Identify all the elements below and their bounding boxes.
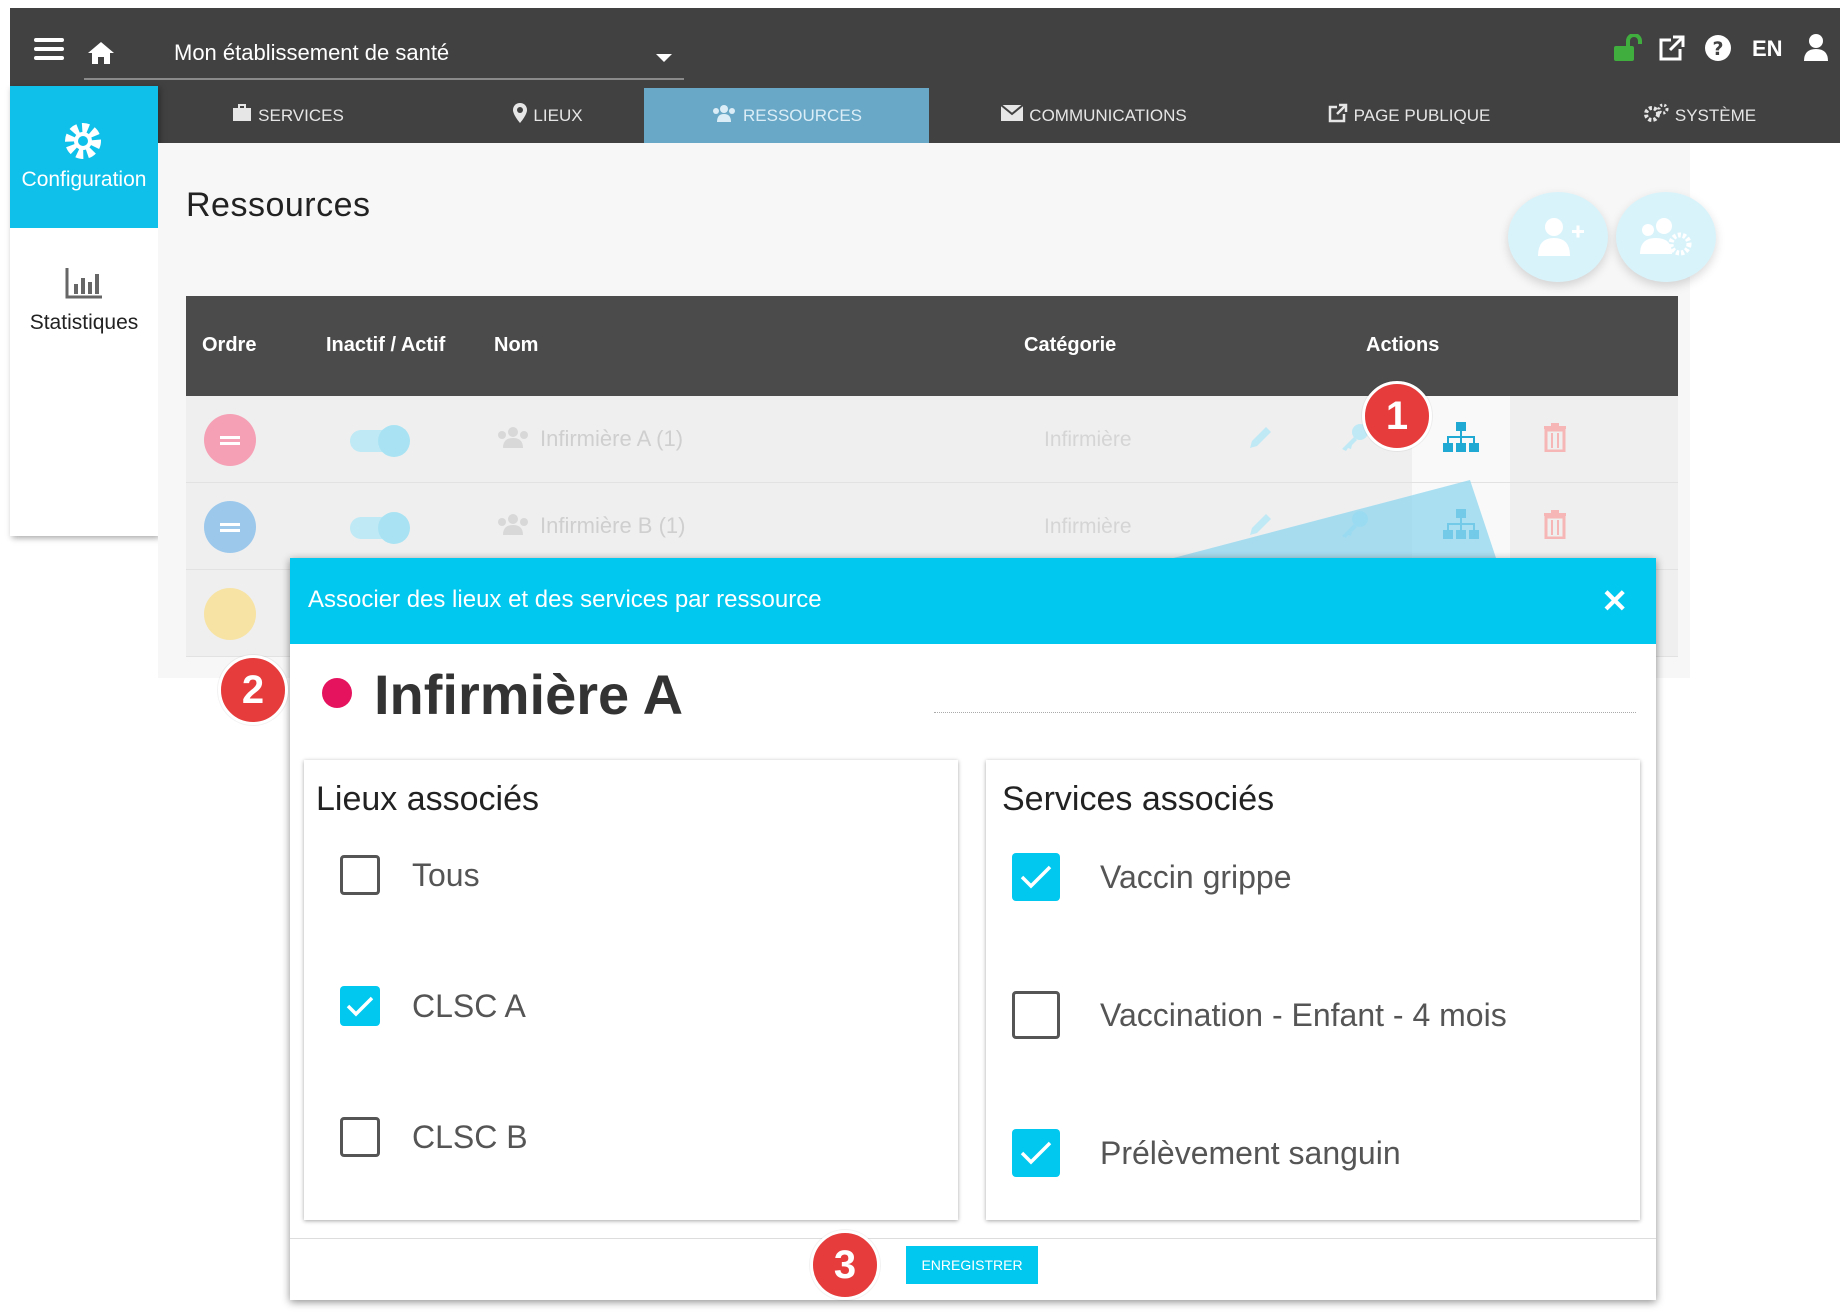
tab-label: RESSOURCES: [742, 105, 863, 125]
active-toggle[interactable]: [350, 425, 410, 457]
active-toggle[interactable]: [350, 512, 410, 544]
tab-ressources[interactable]: RESSOURCES: [644, 88, 929, 143]
bar-chart-icon: [64, 268, 104, 304]
checkbox[interactable]: [1012, 853, 1060, 901]
sidebar-item-configuration[interactable]: Configuration: [10, 86, 158, 228]
briefcase-icon: [232, 104, 252, 127]
checkbox-label: CLSC B: [412, 1118, 528, 1155]
column-header: Catégorie: [1024, 334, 1117, 356]
tab-lieux[interactable]: LIEUX: [418, 88, 678, 143]
checkbox-clsc-a[interactable]: CLSC A: [340, 981, 526, 1031]
add-resource-button[interactable]: [1508, 192, 1608, 282]
checkbox-clsc-b[interactable]: CLSC B: [340, 1112, 528, 1162]
sidebar-item-label: Statistiques: [29, 311, 139, 334]
help-icon[interactable]: ?: [1704, 34, 1732, 64]
gear-icon: [62, 120, 104, 167]
services-panel: Services associés Vaccin grippe Vaccinat…: [986, 760, 1640, 1220]
column-header: Ordre: [202, 334, 257, 356]
column-header: Nom: [494, 334, 539, 356]
user-icon[interactable]: [1802, 32, 1830, 62]
callout-marker: 3: [810, 1230, 880, 1300]
users-icon: [496, 513, 530, 540]
tab-communications[interactable]: COMMUNICATIONS: [929, 88, 1259, 143]
checkbox[interactable]: [340, 986, 380, 1026]
checkbox-vaccin-grippe[interactable]: Vaccin grippe: [1012, 852, 1292, 902]
dialog-title: Associer des lieux et des services par r…: [308, 586, 822, 613]
establishment-label: Mon établissement de santé: [174, 40, 450, 65]
tab-page-publique[interactable]: PAGE PUBLIQUE: [1259, 88, 1559, 143]
close-icon[interactable]: ✕: [1601, 582, 1628, 620]
chevron-down-icon: [656, 54, 672, 62]
svg-text:?: ?: [1712, 38, 1723, 60]
column-header: Inactif / Actif: [326, 334, 446, 356]
sidebar-item-statistiques[interactable]: Statistiques: [10, 266, 158, 335]
column-header: Actions: [1366, 334, 1440, 356]
panel-title: Services associés: [1002, 780, 1275, 818]
tab-label: COMMUNICATIONS: [1029, 105, 1187, 125]
table-row: Infirmière A (1) Infirmière: [186, 396, 1678, 483]
dialog-header: Associer des lieux et des services par r…: [290, 558, 1656, 644]
gears-icon: [1643, 103, 1669, 128]
checkbox-label: Vaccination - Enfant - 4 mois: [1100, 996, 1507, 1033]
unlock-icon[interactable]: [1612, 33, 1644, 64]
checkbox-label: Tous: [412, 856, 480, 893]
callout-marker: 1: [1362, 381, 1432, 451]
resource-name: Infirmière A (1): [540, 426, 684, 451]
resource-name: Infirmière B (1): [540, 513, 686, 538]
external-link-icon[interactable]: [1658, 34, 1686, 64]
tab-systeme[interactable]: SYSTÈME: [1559, 88, 1840, 143]
checkbox[interactable]: [340, 1117, 380, 1157]
save-button[interactable]: ENREGISTRER: [906, 1246, 1038, 1284]
main-nav: SERVICES LIEUX RESSOURCES COMMUNICATIONS…: [158, 88, 1840, 143]
users-icon: [711, 104, 737, 127]
add-user-icon: [1538, 218, 1584, 256]
tab-label: SERVICES: [258, 105, 344, 125]
check-icon: [1020, 865, 1052, 889]
edit-icon[interactable]: [1246, 422, 1276, 459]
language-toggle[interactable]: EN: [1752, 36, 1783, 66]
callout-marker: 2: [218, 655, 288, 725]
envelope-icon: [1000, 104, 1024, 126]
divider: [290, 1238, 1656, 1239]
tab-label: SYSTÈME: [1674, 105, 1757, 125]
check-icon: [1020, 1141, 1052, 1165]
trash-icon[interactable]: [1542, 509, 1568, 546]
page-title: Ressources: [186, 186, 371, 224]
order-handle[interactable]: [204, 588, 256, 640]
checkbox-label: Prélèvement sanguin: [1100, 1134, 1401, 1171]
sidebar: Configuration Statistiques: [10, 86, 158, 536]
associate-dialog: Associer des lieux et des services par r…: [290, 558, 1656, 1300]
resource-category: Infirmière: [1044, 428, 1132, 451]
order-handle[interactable]: [204, 501, 256, 553]
check-icon: [346, 996, 374, 1017]
external-link-icon: [1328, 103, 1348, 128]
resource-groups-button[interactable]: [1616, 192, 1716, 282]
establishment-select[interactable]: Mon établissement de santé: [84, 22, 684, 80]
map-marker-icon: [513, 103, 528, 128]
checkbox-label: CLSC A: [412, 987, 526, 1024]
checkbox-label: Vaccin grippe: [1100, 858, 1292, 895]
resource-name-heading: Infirmière A: [374, 663, 684, 726]
tab-label: PAGE PUBLIQUE: [1353, 105, 1491, 125]
sitemap-icon[interactable]: [1442, 422, 1480, 459]
users-gear-icon: [1640, 218, 1692, 256]
tab-services[interactable]: SERVICES: [158, 88, 418, 143]
panel-title: Lieux associés: [316, 780, 540, 818]
tab-label: LIEUX: [533, 105, 583, 125]
trash-icon[interactable]: [1542, 422, 1568, 459]
divider: [934, 712, 1636, 713]
checkbox[interactable]: [1012, 1129, 1060, 1177]
menu-icon[interactable]: [34, 38, 64, 62]
sidebar-item-label: Configuration: [21, 168, 147, 191]
resource-color-dot: [322, 678, 352, 708]
users-icon: [496, 426, 530, 453]
checkbox-tous[interactable]: Tous: [340, 850, 480, 900]
checkbox-vaccination-enfant[interactable]: Vaccination - Enfant - 4 mois: [1012, 990, 1507, 1040]
checkbox[interactable]: [340, 855, 380, 895]
table-header: Ordre Inactif / Actif Nom Catégorie Acti…: [186, 296, 1678, 396]
checkbox-prelevement-sanguin[interactable]: Prélèvement sanguin: [1012, 1128, 1401, 1178]
checkbox[interactable]: [1012, 991, 1060, 1039]
order-handle[interactable]: [204, 414, 256, 466]
lieux-panel: Lieux associés Tous CLSC A CLSC B: [304, 760, 958, 1220]
